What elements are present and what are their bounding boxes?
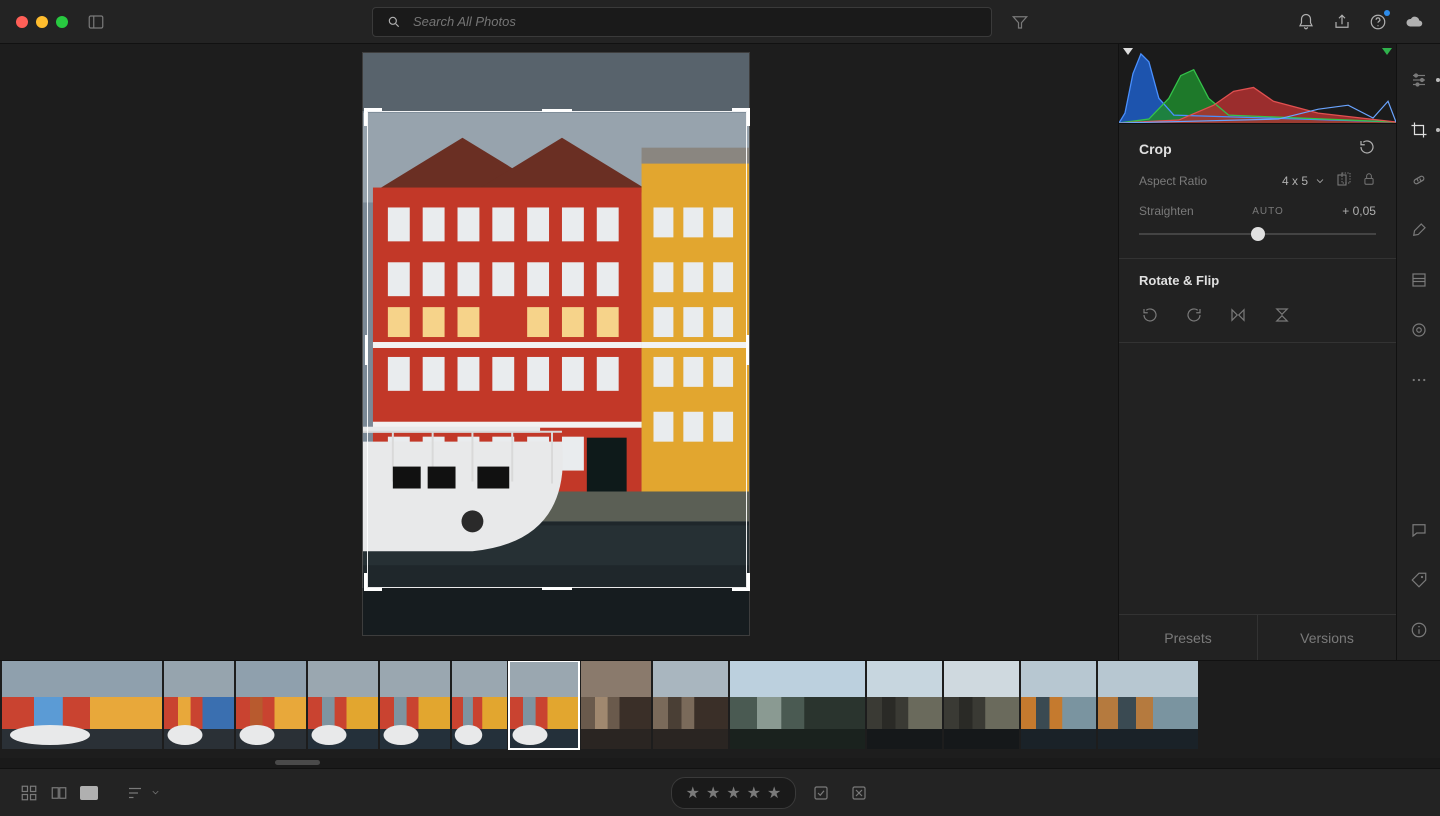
tool-strip: [1396, 44, 1440, 660]
thumbnail-5[interactable]: [452, 661, 507, 749]
rotate-ccw-icon[interactable]: [1139, 304, 1161, 326]
thumbnail-2[interactable]: [236, 661, 306, 749]
sidebar-toggle-icon[interactable]: [84, 10, 108, 34]
straighten-value: + 0,05: [1342, 204, 1376, 218]
aspect-ratio-label: Aspect Ratio: [1139, 174, 1207, 188]
crop-tool-icon[interactable]: [1407, 118, 1431, 142]
rotate-flip-title: Rotate & Flip: [1139, 273, 1376, 288]
sort-dropdown[interactable]: [126, 784, 161, 802]
info-icon[interactable]: [1407, 618, 1431, 642]
filmstrip-scrollbar[interactable]: [0, 758, 1440, 768]
flag-reject-icon[interactable]: [846, 782, 872, 804]
search-box[interactable]: [372, 7, 992, 37]
thumbnail-7[interactable]: [581, 661, 651, 749]
notifications-icon[interactable]: [1296, 12, 1316, 32]
flip-vertical-icon[interactable]: [1271, 304, 1293, 326]
histogram-clip-right-icon[interactable]: [1382, 48, 1392, 55]
histogram-clip-left-icon[interactable]: [1123, 48, 1133, 55]
thumbnail-3[interactable]: [308, 661, 378, 749]
rating-stars[interactable]: ★ ★ ★ ★ ★: [671, 777, 797, 809]
window-controls: [10, 16, 74, 28]
grid-view-icon[interactable]: [18, 784, 40, 802]
crop-title: Crop: [1139, 141, 1172, 157]
orientation-toggle-icon[interactable]: [1336, 171, 1352, 190]
close-window-icon[interactable]: [16, 16, 28, 28]
keywords-icon[interactable]: [1407, 568, 1431, 592]
filmstrip: [0, 660, 1440, 768]
flag-pick-icon[interactable]: [808, 782, 834, 804]
flip-horizontal-icon[interactable]: [1227, 304, 1249, 326]
scrollbar-handle[interactable]: [275, 760, 320, 765]
thumbnail-6[interactable]: [509, 661, 579, 749]
brush-tool-icon[interactable]: [1407, 218, 1431, 242]
title-bar: [0, 0, 1440, 44]
help-icon[interactable]: [1368, 12, 1388, 32]
thumbnail-13[interactable]: [1098, 661, 1198, 749]
crop-section: Crop Aspect Ratio 4 x 5: [1119, 124, 1396, 259]
versions-tab[interactable]: Versions: [1258, 615, 1396, 660]
single-view-icon[interactable]: [78, 784, 100, 802]
comments-icon[interactable]: [1407, 518, 1431, 542]
lock-aspect-icon[interactable]: [1362, 172, 1376, 189]
chevron-down-icon: [150, 787, 161, 798]
aspect-ratio-dropdown[interactable]: 4 x 5: [1282, 174, 1326, 188]
linear-gradient-icon[interactable]: [1407, 268, 1431, 292]
edit-sliders-icon[interactable]: [1407, 68, 1431, 92]
app-window: Crop Aspect Ratio 4 x 5: [0, 0, 1440, 816]
star-5-icon[interactable]: ★: [767, 783, 781, 803]
thumbnail-11[interactable]: [944, 661, 1019, 749]
filter-icon[interactable]: [1008, 10, 1032, 34]
share-icon[interactable]: [1332, 12, 1352, 32]
more-tools-icon[interactable]: [1407, 368, 1431, 392]
panel-footer-tabs: Presets Versions: [1119, 614, 1396, 660]
thumbnail-0[interactable]: [2, 661, 162, 749]
star-3-icon[interactable]: ★: [726, 783, 740, 803]
search-input[interactable]: [411, 13, 977, 30]
aspect-ratio-value: 4 x 5: [1282, 174, 1308, 188]
rotate-cw-icon[interactable]: [1183, 304, 1205, 326]
presets-tab[interactable]: Presets: [1119, 615, 1258, 660]
straighten-slider[interactable]: [1139, 224, 1376, 244]
thumbnails-row[interactable]: [0, 661, 1440, 758]
photo-svg: [363, 53, 749, 635]
histogram[interactable]: [1119, 44, 1396, 124]
rotate-flip-section: Rotate & Flip: [1119, 259, 1396, 343]
photo[interactable]: [362, 52, 750, 636]
bottom-bar: ★ ★ ★ ★ ★: [0, 768, 1440, 816]
thumbnail-1[interactable]: [164, 661, 234, 749]
edit-panel: Crop Aspect Ratio 4 x 5: [1118, 44, 1396, 660]
thumbnail-9[interactable]: [730, 661, 865, 749]
compare-view-icon[interactable]: [48, 784, 70, 802]
thumbnail-12[interactable]: [1021, 661, 1096, 749]
straighten-label: Straighten: [1139, 204, 1194, 218]
thumbnail-8[interactable]: [653, 661, 728, 749]
maximize-window-icon[interactable]: [56, 16, 68, 28]
reset-crop-icon[interactable]: [1358, 138, 1376, 159]
sort-icon: [126, 784, 144, 802]
canvas[interactable]: [0, 44, 1118, 660]
search-icon: [387, 15, 401, 29]
chevron-down-icon: [1314, 175, 1326, 187]
healing-tool-icon[interactable]: [1407, 168, 1431, 192]
slider-knob[interactable]: [1251, 227, 1265, 241]
star-1-icon[interactable]: ★: [686, 783, 700, 803]
star-4-icon[interactable]: ★: [747, 783, 761, 803]
main-area: Crop Aspect Ratio 4 x 5: [0, 44, 1440, 660]
minimize-window-icon[interactable]: [36, 16, 48, 28]
radial-gradient-icon[interactable]: [1407, 318, 1431, 342]
thumbnail-4[interactable]: [380, 661, 450, 749]
star-2-icon[interactable]: ★: [706, 783, 720, 803]
straighten-auto-button[interactable]: AUTO: [1252, 206, 1284, 217]
cloud-sync-icon[interactable]: [1404, 12, 1424, 32]
thumbnail-10[interactable]: [867, 661, 942, 749]
